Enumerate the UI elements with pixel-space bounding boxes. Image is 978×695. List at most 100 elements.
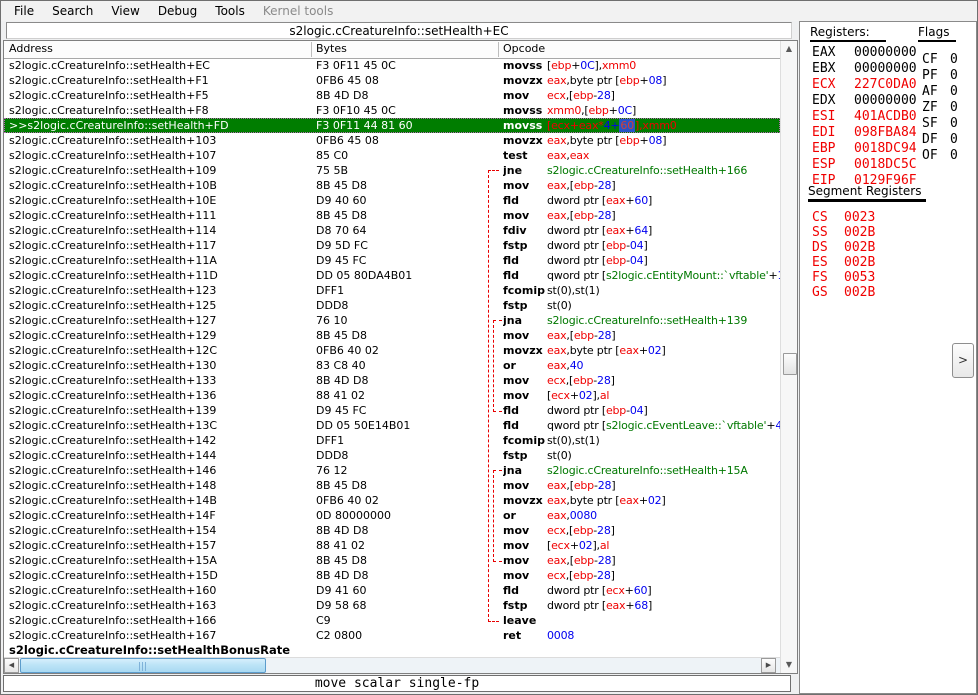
scroll-right-icon[interactable]: ▶ bbox=[761, 658, 776, 673]
disasm-row[interactable]: s2logic.cCreatureInfo::setHealth+F10FB6 … bbox=[4, 73, 780, 88]
address-cell: s2logic.cCreatureInfo::setHealth+160 bbox=[4, 583, 316, 598]
disasm-row[interactable]: s2logic.cCreatureInfo::setHealth+163D9 5… bbox=[4, 598, 780, 613]
disasm-row[interactable]: s2logic.cCreatureInfo::setHealth+1548B 4… bbox=[4, 523, 780, 538]
disasm-row[interactable]: s2logic.cCreatureInfo::setHealth+14B0FB6… bbox=[4, 493, 780, 508]
disasm-row[interactable]: s2logic.cCreatureInfo::setHealth+14F0D 8… bbox=[4, 508, 780, 523]
flag-row[interactable]: SF0 bbox=[922, 116, 958, 132]
address-cell: s2logic.cCreatureInfo::setHealth+146 bbox=[4, 463, 316, 478]
disasm-row[interactable]: s2logic.cCreatureInfo::setHealth+13688 4… bbox=[4, 388, 780, 403]
disasm-row[interactable]: s2logic.cCreatureInfo::setHealth+10975 5… bbox=[4, 163, 780, 178]
scroll-up-icon[interactable]: ▲ bbox=[781, 41, 797, 57]
segment-register-row[interactable]: FS0053 bbox=[812, 270, 875, 285]
segment-register-row[interactable]: CS0023 bbox=[812, 210, 875, 225]
flag-row[interactable]: OF0 bbox=[922, 148, 958, 164]
horizontal-scrollbar[interactable]: ◀ ▶ bbox=[4, 657, 780, 673]
bytes-cell: 8B 4D D8 bbox=[316, 373, 486, 388]
vertical-scrollbar-thumb[interactable] bbox=[783, 353, 797, 375]
register-row[interactable]: EIP0129F96F bbox=[812, 173, 917, 189]
scroll-down-icon[interactable]: ▼ bbox=[781, 657, 797, 673]
disasm-row[interactable]: s2logic.cCreatureInfo::setHealth+167C2 0… bbox=[4, 628, 780, 643]
mnemonic-cell: fld bbox=[503, 583, 547, 598]
register-row[interactable]: EDI098FBA84 bbox=[812, 125, 917, 141]
disasm-row[interactable]: s2logic.cCreatureInfo::setHealth+14676 1… bbox=[4, 463, 780, 478]
disasm-row[interactable]: s2logic.cCreatureInfo::setHealth+142DFF1… bbox=[4, 433, 780, 448]
operands-cell: eax,byte ptr [ebp+08] bbox=[547, 73, 780, 88]
flag-row[interactable]: PF0 bbox=[922, 68, 958, 84]
disasm-row[interactable]: s2logic.cCreatureInfo::setHealth+12776 1… bbox=[4, 313, 780, 328]
register-row[interactable]: EBP0018DC94 bbox=[812, 141, 917, 157]
operand-token: s2logic.cCreatureInfo::setHealth+166 bbox=[547, 164, 747, 177]
disasm-row[interactable]: s2logic.cCreatureInfo::setHealth+15A8B 4… bbox=[4, 553, 780, 568]
disasm-row[interactable]: s2logic.cCreatureInfo::setHealth+123DFF1… bbox=[4, 283, 780, 298]
disasm-row[interactable]: s2logic.cCreatureInfo::setHealth+1030FB6… bbox=[4, 133, 780, 148]
column-separator bbox=[498, 42, 499, 57]
disasm-row[interactable]: s2logic.cCreatureInfo::setHealth+13083 C… bbox=[4, 358, 780, 373]
jump-gutter bbox=[486, 403, 503, 418]
register-row[interactable]: ESP0018DC5C bbox=[812, 157, 917, 173]
disasm-row[interactable]: s2logic.cCreatureInfo::setHealth+12C0FB6… bbox=[4, 343, 780, 358]
register-name: ECX bbox=[812, 77, 854, 93]
disasm-row[interactable]: s2logic.cCreatureInfo::setHealth+1338B 4… bbox=[4, 373, 780, 388]
disasm-row[interactable]: s2logic.cCreatureInfo::setHealth+1118B 4… bbox=[4, 208, 780, 223]
segment-register-row[interactable]: GS002B bbox=[812, 285, 875, 300]
disasm-row[interactable]: s2logic.cCreatureInfo::setHealth+160D9 4… bbox=[4, 583, 780, 598]
register-row[interactable]: EBX00000000 bbox=[812, 61, 917, 77]
menu-item-debug[interactable]: Debug bbox=[149, 2, 206, 20]
flag-row[interactable]: AF0 bbox=[922, 84, 958, 100]
disasm-row[interactable]: s2logic.cCreatureInfo::setHealth+F58B 4D… bbox=[4, 88, 780, 103]
function-label-row[interactable]: s2logic.cCreatureInfo::setHealthBonusRat… bbox=[4, 643, 780, 657]
column-header-opcode[interactable]: Opcode bbox=[503, 41, 545, 57]
flag-row[interactable]: CF0 bbox=[922, 52, 958, 68]
menu-item-search[interactable]: Search bbox=[43, 2, 102, 20]
register-row[interactable]: ESI401ACDB0 bbox=[812, 109, 917, 125]
menu-item-view[interactable]: View bbox=[102, 2, 148, 20]
disasm-row[interactable]: s2logic.cCreatureInfo::setHealth+10785 C… bbox=[4, 148, 780, 163]
disasm-row[interactable]: s2logic.cCreatureInfo::setHealth+15D8B 4… bbox=[4, 568, 780, 583]
disasm-row[interactable]: s2logic.cCreatureInfo::setHealth+144DDD8… bbox=[4, 448, 780, 463]
jump-gutter bbox=[486, 463, 503, 478]
disasm-row[interactable]: s2logic.cCreatureInfo::setHealth+15788 4… bbox=[4, 538, 780, 553]
flag-row[interactable]: ZF0 bbox=[922, 100, 958, 116]
operand-token: + bbox=[766, 419, 775, 432]
register-value: 00000000 bbox=[854, 93, 917, 108]
segment-register-row[interactable]: SS002B bbox=[812, 225, 875, 240]
disasm-row[interactable]: s2logic.cCreatureInfo::setHealth+10ED9 4… bbox=[4, 193, 780, 208]
disasm-row[interactable]: s2logic.cCreatureInfo::setHealth+1298B 4… bbox=[4, 328, 780, 343]
scroll-left-icon[interactable]: ◀ bbox=[4, 658, 19, 673]
segment-register-row[interactable]: DS002B bbox=[812, 240, 875, 255]
disasm-row[interactable]: s2logic.cCreatureInfo::setHealth+13CDD 0… bbox=[4, 418, 780, 433]
flag-row[interactable]: DF0 bbox=[922, 132, 958, 148]
disasm-row[interactable]: s2logic.cCreatureInfo::setHealth+F8F3 0F… bbox=[4, 103, 780, 118]
bytes-cell: 8B 45 D8 bbox=[316, 328, 486, 343]
disasm-row[interactable]: s2logic.cCreatureInfo::setHealth+166C9le… bbox=[4, 613, 780, 628]
menu-item-file[interactable]: File bbox=[5, 2, 43, 20]
column-header-address[interactable]: Address bbox=[9, 41, 53, 57]
disasm-row-current[interactable]: >>s2logic.cCreatureInfo::setHealth+FDF3 … bbox=[4, 118, 780, 133]
jump-gutter bbox=[486, 538, 503, 553]
horizontal-scrollbar-thumb[interactable] bbox=[20, 658, 266, 673]
register-row[interactable]: EAX00000000 bbox=[812, 45, 917, 61]
segment-register-row[interactable]: ES002B bbox=[812, 255, 875, 270]
disasm-row[interactable]: s2logic.cCreatureInfo::setHealth+117D9 5… bbox=[4, 238, 780, 253]
disasm-row[interactable]: s2logic.cCreatureInfo::setHealth+125DDD8… bbox=[4, 298, 780, 313]
register-row[interactable]: ECX227C0DA0 bbox=[812, 77, 917, 93]
panel-expander-button[interactable]: > bbox=[952, 343, 974, 378]
current-symbol-box[interactable]: s2logic.cCreatureInfo::setHealth+EC bbox=[6, 22, 792, 39]
operand-token: + bbox=[640, 74, 649, 87]
register-row[interactable]: EDX00000000 bbox=[812, 93, 917, 109]
disasm-row[interactable]: s2logic.cCreatureInfo::setHealth+1488B 4… bbox=[4, 478, 780, 493]
register-name: EBP bbox=[812, 141, 854, 157]
column-header-bytes[interactable]: Bytes bbox=[316, 41, 347, 57]
disasm-row[interactable]: s2logic.cCreatureInfo::setHealth+11AD9 4… bbox=[4, 253, 780, 268]
disasm-row[interactable]: s2logic.cCreatureInfo::setHealth+ECF3 0F… bbox=[4, 58, 780, 73]
vertical-scrollbar[interactable]: ▲ ▼ bbox=[780, 41, 797, 673]
disasm-row[interactable]: s2logic.cCreatureInfo::setHealth+114D8 7… bbox=[4, 223, 780, 238]
jump-gutter bbox=[486, 493, 503, 508]
segment-register-name: CS bbox=[812, 210, 844, 225]
menu-item-tools[interactable]: Tools bbox=[206, 2, 254, 20]
bytes-cell: DD 05 80DA4B01 bbox=[316, 268, 486, 283]
disasm-row[interactable]: s2logic.cCreatureInfo::setHealth+139D9 4… bbox=[4, 403, 780, 418]
disasm-row[interactable]: s2logic.cCreatureInfo::setHealth+11DDD 0… bbox=[4, 268, 780, 283]
disasm-row[interactable]: s2logic.cCreatureInfo::setHealth+10B8B 4… bbox=[4, 178, 780, 193]
operand-token: 60 bbox=[634, 194, 648, 207]
